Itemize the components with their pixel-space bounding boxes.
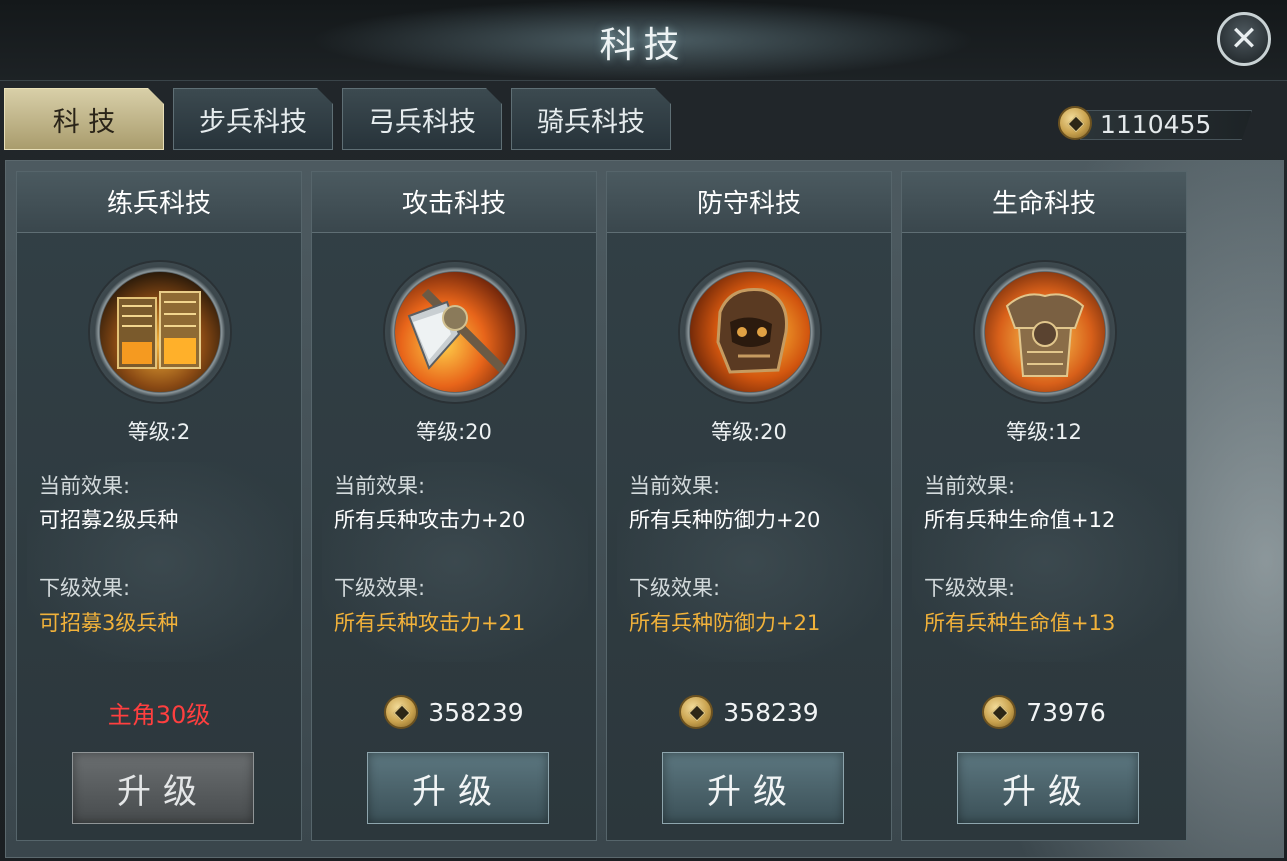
title-bar: 科技 ✕ <box>0 0 1287 81</box>
next-effect-label: 下级效果: <box>629 576 721 600</box>
tech-window: 科技 ✕ 科 技 步兵科技 弓兵科技 骑兵科技 1110455 练兵科技 等级:… <box>0 0 1287 861</box>
next-effect-label: 下级效果: <box>39 576 131 600</box>
upgrade-cost: 358239 <box>312 692 596 732</box>
card-title: 攻击科技 <box>401 189 506 219</box>
window-title: 科技 <box>599 25 688 66</box>
upgrade-button[interactable]: 升级 <box>367 752 549 824</box>
currency-display: 1110455 <box>1058 104 1254 142</box>
tech-level: 等级:20 <box>711 420 787 444</box>
coin-icon <box>1058 106 1092 140</box>
cost-value: 358239 <box>723 697 819 727</box>
effects-panel: 当前效果: 所有兵种生命值+12 下级效果: 所有兵种生命值+13 <box>912 462 1178 662</box>
next-effect: 所有兵种防御力+21 <box>629 611 821 635</box>
next-effect: 所有兵种攻击力+21 <box>334 611 526 635</box>
tech-level: 等级:20 <box>416 420 492 444</box>
card-title: 生命科技 <box>991 189 1096 219</box>
next-effect: 所有兵种生命值+13 <box>924 611 1116 635</box>
tab-tech[interactable]: 科 技 <box>4 88 164 150</box>
next-effect: 可招募3级兵种 <box>39 611 179 635</box>
card-title: 练兵科技 <box>106 189 211 219</box>
close-button[interactable]: ✕ <box>1217 12 1271 66</box>
upgrade-cost: 73976 <box>902 692 1186 732</box>
tech-card-defense: 防守科技 等级:20 当前效果: 所有兵种防御力+20 下级效果: 所有兵种防御… <box>606 171 892 841</box>
training-icon <box>100 272 220 392</box>
card-title: 防守科技 <box>696 189 801 219</box>
helmet-icon <box>690 272 810 392</box>
close-icon: ✕ <box>1229 19 1259 59</box>
current-effect: 可招募2级兵种 <box>39 508 179 532</box>
currency-amount: 1110455 <box>1100 110 1212 139</box>
next-effect-label: 下级效果: <box>334 576 426 600</box>
tech-level: 等级:12 <box>1006 420 1082 444</box>
tab-infantry-tech[interactable]: 步兵科技 <box>173 88 333 150</box>
level-requirement: 主角30级 <box>107 700 211 729</box>
tab-cavalry-tech[interactable]: 骑兵科技 <box>511 88 671 150</box>
current-effect: 所有兵种攻击力+20 <box>334 508 526 532</box>
tech-card-area: 练兵科技 等级:2 当前效果: 可招募2级兵种 下级效果: 可招募3级兵种 主角… <box>5 160 1284 858</box>
upgrade-button[interactable]: 升级 <box>662 752 844 824</box>
effects-panel: 当前效果: 可招募2级兵种 下级效果: 可招募3级兵种 <box>27 462 293 662</box>
upgrade-button[interactable]: 升级 <box>957 752 1139 824</box>
current-effect-label: 当前效果: <box>629 474 721 498</box>
cost-value: 73976 <box>1026 697 1106 727</box>
current-effect: 所有兵种防御力+20 <box>629 508 821 532</box>
axe-icon <box>395 272 515 392</box>
tab-archer-tech[interactable]: 弓兵科技 <box>342 88 502 150</box>
upgrade-cost: 358239 <box>607 692 891 732</box>
next-effect-label: 下级效果: <box>924 576 1016 600</box>
effects-panel: 当前效果: 所有兵种防御力+20 下级效果: 所有兵种防御力+21 <box>617 462 883 662</box>
coin-icon <box>384 695 419 729</box>
tech-card-attack: 攻击科技 等级:20 当前效果: 所有兵种攻击力+20 下级效果: 所有兵种攻击… <box>311 171 597 841</box>
upgrade-button[interactable]: 升级 <box>72 752 254 824</box>
current-effect-label: 当前效果: <box>334 474 426 498</box>
coin-icon <box>982 695 1017 729</box>
current-effect-label: 当前效果: <box>39 474 131 498</box>
effects-panel: 当前效果: 所有兵种攻击力+20 下级效果: 所有兵种攻击力+21 <box>322 462 588 662</box>
current-effect-label: 当前效果: <box>924 474 1016 498</box>
armor-icon <box>985 272 1105 392</box>
tech-card-training: 练兵科技 等级:2 当前效果: 可招募2级兵种 下级效果: 可招募3级兵种 主角… <box>16 171 302 841</box>
coin-icon <box>679 695 714 729</box>
cost-value: 358239 <box>428 697 524 727</box>
tech-card-health: 生命科技 等级:12 当前效果: 所有兵种生命值+12 下级效果: 所有兵种生命… <box>901 171 1187 841</box>
current-effect: 所有兵种生命值+12 <box>924 508 1116 532</box>
tech-level: 等级:2 <box>127 420 191 444</box>
